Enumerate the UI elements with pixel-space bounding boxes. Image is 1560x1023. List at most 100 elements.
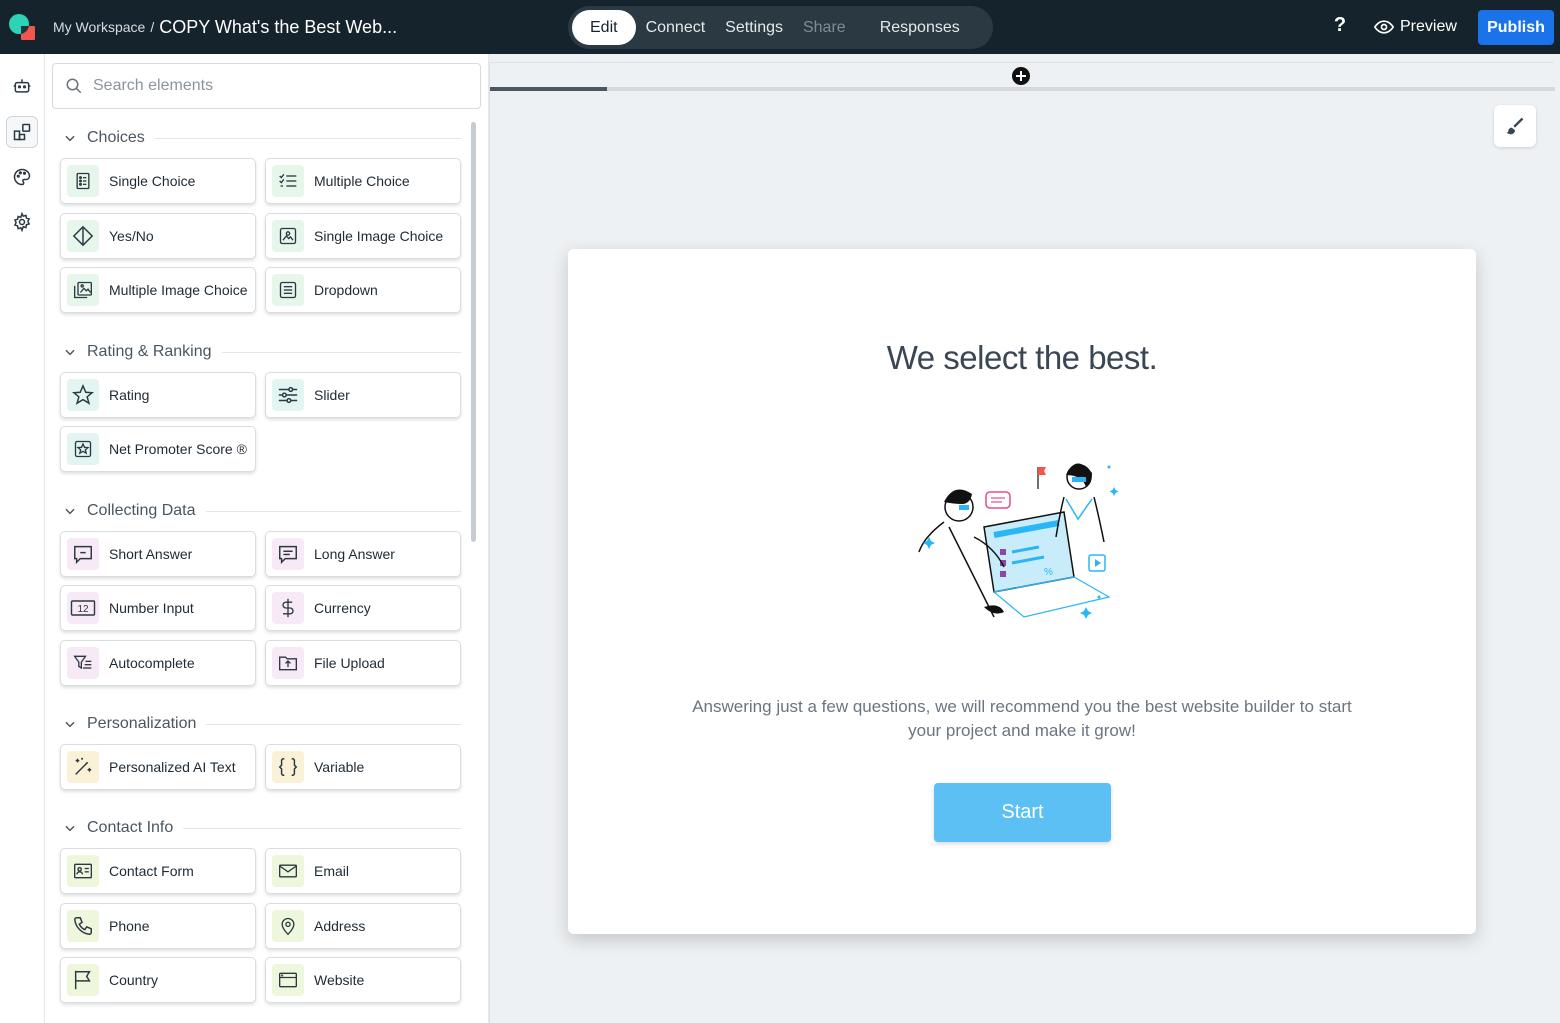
mode-tabs: Edit Connect Settings Share Responses bbox=[568, 6, 993, 49]
section-collecting-data[interactable]: Collecting Data bbox=[63, 500, 461, 522]
dollar-icon bbox=[272, 592, 304, 624]
element-label: Single Image Choice bbox=[314, 228, 444, 244]
element-net-promoter-score[interactable]: Net Promoter Score ® bbox=[60, 426, 256, 472]
gear-icon bbox=[13, 212, 31, 232]
element-yes-no[interactable]: Yes/No bbox=[60, 213, 256, 259]
element-variable[interactable]: Variable bbox=[265, 744, 461, 790]
publish-button[interactable]: Publish bbox=[1478, 10, 1554, 45]
palette-icon bbox=[13, 168, 31, 186]
element-label: Net Promoter Score ® bbox=[109, 441, 247, 457]
element-single-image-choice[interactable]: Single Image Choice bbox=[265, 213, 461, 259]
element-label: Address bbox=[314, 918, 366, 934]
element-label: Slider bbox=[314, 387, 350, 403]
section-rating-ranking[interactable]: Rating & Ranking bbox=[63, 341, 461, 363]
element-dropdown[interactable]: Dropdown bbox=[265, 267, 461, 313]
envelope-icon bbox=[272, 855, 304, 887]
tab-edit[interactable]: Edit bbox=[572, 10, 636, 45]
settings-button[interactable] bbox=[6, 206, 38, 238]
add-page-button[interactable] bbox=[1012, 67, 1030, 85]
element-email[interactable]: Email bbox=[265, 848, 461, 894]
form-title[interactable]: COPY What's the Best Web... bbox=[159, 17, 397, 38]
element-currency[interactable]: Currency bbox=[265, 585, 461, 631]
section-choices[interactable]: Choices bbox=[63, 127, 461, 149]
element-rating[interactable]: Rating bbox=[60, 372, 256, 418]
search-input[interactable] bbox=[93, 77, 453, 95]
tab-settings[interactable]: Settings bbox=[715, 10, 793, 45]
search-icon bbox=[66, 78, 82, 94]
element-phone[interactable]: Phone bbox=[60, 903, 256, 949]
welcome-description[interactable]: Answering just a few questions, we will … bbox=[678, 695, 1366, 743]
eye-icon bbox=[1374, 20, 1394, 34]
element-label: Rating bbox=[109, 387, 150, 403]
welcome-screen-card[interactable]: We select the best. % Answering just a f… bbox=[568, 249, 1476, 934]
design-button[interactable] bbox=[1494, 105, 1536, 147]
chevron-down-icon bbox=[65, 721, 75, 728]
element-personalized-ai-text[interactable]: Personalized AI Text bbox=[60, 744, 256, 790]
ai-bot-button[interactable] bbox=[6, 70, 38, 102]
tab-responses[interactable]: Responses bbox=[870, 10, 970, 45]
search-box[interactable] bbox=[52, 63, 481, 109]
element-long-answer[interactable]: Long Answer bbox=[265, 531, 461, 577]
element-file-upload[interactable]: File Upload bbox=[265, 640, 461, 686]
element-slider[interactable]: Slider bbox=[265, 372, 461, 418]
top-bar: My Workspace / COPY What's the Best Web.… bbox=[0, 0, 1560, 54]
app-logo-icon[interactable] bbox=[7, 12, 37, 42]
element-label: Short Answer bbox=[109, 546, 193, 562]
start-button[interactable]: Start bbox=[934, 783, 1111, 842]
section-contact-info[interactable]: Contact Info bbox=[63, 817, 461, 839]
welcome-headline[interactable]: We select the best. bbox=[568, 339, 1476, 377]
magic-wand-icon bbox=[67, 751, 99, 783]
theme-button[interactable] bbox=[6, 161, 38, 193]
section-personalization[interactable]: Personalization bbox=[63, 713, 461, 735]
element-label: Variable bbox=[314, 759, 365, 775]
contact-card-icon bbox=[67, 855, 99, 887]
element-label: Long Answer bbox=[314, 546, 395, 562]
element-label: Country bbox=[109, 972, 159, 988]
tab-connect[interactable]: Connect bbox=[636, 10, 716, 45]
element-multiple-choice[interactable]: Multiple Choice bbox=[265, 158, 461, 204]
element-label: Contact Form bbox=[109, 863, 194, 879]
nps-star-icon bbox=[67, 433, 99, 465]
element-autocomplete[interactable]: Autocomplete bbox=[60, 640, 256, 686]
breadcrumb-workspace[interactable]: My Workspace bbox=[53, 19, 145, 35]
element-country[interactable]: Country bbox=[60, 957, 256, 1003]
preview-button[interactable]: Preview bbox=[1374, 11, 1457, 43]
help-button[interactable]: ? bbox=[1330, 14, 1350, 37]
phone-icon bbox=[67, 910, 99, 942]
element-label: Website bbox=[314, 972, 365, 988]
map-pin-icon bbox=[272, 910, 304, 942]
elements-panel: Choices Single Choice Multiple Choice Ye… bbox=[45, 54, 489, 1023]
svg-text:%: % bbox=[1044, 567, 1053, 578]
elements-icon bbox=[13, 123, 31, 141]
image-choice-icon bbox=[272, 220, 304, 252]
element-address[interactable]: Address bbox=[265, 903, 461, 949]
elements-button[interactable] bbox=[6, 116, 38, 148]
element-website[interactable]: Website bbox=[265, 957, 461, 1003]
element-contact-form[interactable]: Contact Form bbox=[60, 848, 256, 894]
tab-share[interactable]: Share bbox=[793, 10, 856, 45]
element-number-input[interactable]: 12 Number Input bbox=[60, 585, 256, 631]
browser-window-icon bbox=[272, 964, 304, 996]
short-answer-icon bbox=[67, 538, 99, 570]
progress-bar bbox=[490, 87, 1555, 91]
form-canvas: We select the best. % Answering just a f… bbox=[489, 62, 1555, 1023]
dropdown-icon bbox=[272, 274, 304, 306]
chevron-down-icon bbox=[65, 508, 75, 515]
sliders-icon bbox=[272, 379, 304, 411]
element-multiple-image-choice[interactable]: Multiple Image Choice bbox=[60, 267, 256, 313]
section-title: Rating & Ranking bbox=[87, 343, 212, 360]
chevron-down-icon bbox=[65, 349, 75, 356]
element-single-choice[interactable]: Single Choice bbox=[60, 158, 256, 204]
robot-icon bbox=[13, 79, 31, 93]
single-choice-icon bbox=[67, 165, 99, 197]
panel-scrollbar[interactable] bbox=[471, 122, 476, 542]
element-label: Currency bbox=[314, 600, 371, 616]
star-icon bbox=[67, 379, 99, 411]
element-short-answer[interactable]: Short Answer bbox=[60, 531, 256, 577]
number-icon: 12 bbox=[67, 592, 99, 624]
element-label: Multiple Choice bbox=[314, 173, 410, 189]
svg-text:12: 12 bbox=[77, 604, 89, 615]
preview-label: Preview bbox=[1400, 18, 1457, 35]
element-label: Email bbox=[314, 863, 350, 879]
element-label: Autocomplete bbox=[109, 655, 195, 671]
